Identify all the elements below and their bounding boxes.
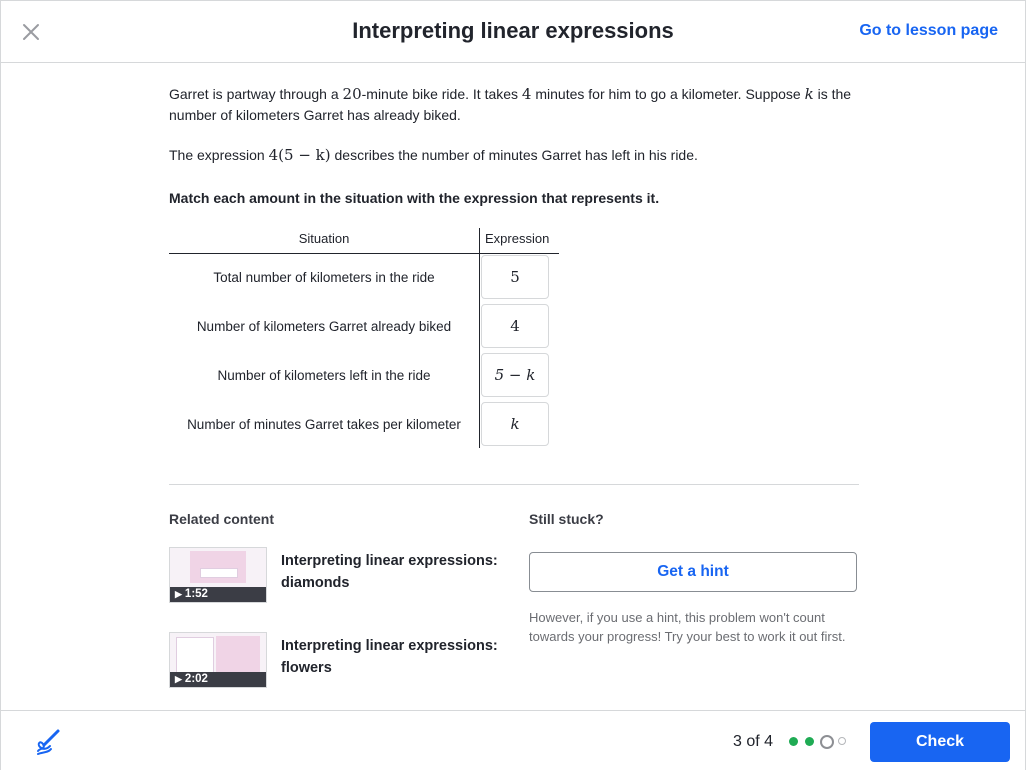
progress-dot-complete [789, 737, 798, 746]
thumbnail-art [176, 637, 214, 673]
expression-card[interactable]: 5 [481, 255, 549, 299]
related-video-flowers[interactable]: ▶ 2:02 Interpreting linear expressions: f… [169, 632, 499, 688]
thumbnail-art [190, 551, 246, 583]
situation-column-header: Situation [298, 231, 350, 246]
scratchpad-button[interactable] [34, 728, 62, 756]
check-button[interactable]: Check [870, 722, 1010, 762]
situation-label: Number of kilometers Garret already bike… [196, 319, 452, 334]
matcher-header: Situation Expression [169, 228, 559, 254]
progress-dot-complete [805, 737, 814, 746]
related-video-diamonds[interactable]: ▶ 1:52 Interpreting linear expressions: d… [169, 547, 499, 603]
expression-card[interactable]: 4 [481, 304, 549, 348]
problem-text: describes the number of minutes Garret h… [330, 147, 698, 163]
video-thumbnail: ▶ 2:02 [169, 632, 267, 688]
problem-text: Garret is partway through a [169, 86, 343, 102]
math-expression: 4(5 − k) [268, 146, 331, 164]
problem-text: minutes for him to go a kilometer. Suppo… [531, 86, 805, 102]
video-duration: 1:52 [184, 588, 208, 600]
video-duration-bar: ▶ 1:52 [170, 587, 266, 602]
problem-text: -minute bike ride. It takes [361, 86, 522, 102]
hint-warning-text: However, if you use a hint, this problem… [529, 610, 846, 644]
problem-text: The expression [169, 147, 269, 163]
matcher-table: Situation Expression Total number of kil… [169, 228, 559, 450]
progress-counter: 3 of 4 [733, 733, 774, 750]
related-content-heading: Related content [169, 511, 275, 527]
instruction-text: Match each amount in the situation with … [169, 190, 660, 206]
problem-paragraph-1: Garret is partway through a 20-minute bi… [169, 84, 859, 126]
still-stuck-heading: Still stuck? [529, 511, 604, 527]
video-title: Interpreting linear expressions: diamond… [281, 553, 498, 591]
situation-label: Total number of kilometers in the ride [213, 270, 435, 285]
video-duration-bar: ▶ 2:02 [170, 672, 266, 687]
problem-paragraph-2: The expression 4(5 − k) describes the nu… [169, 145, 859, 166]
modal-header: Interpreting linear expressions Go to le… [1, 1, 1025, 63]
exercise-modal: Interpreting linear expressions Go to le… [0, 0, 1026, 771]
progress-dot-current [820, 735, 834, 749]
progress-dot-upcoming [838, 737, 846, 745]
get-hint-button[interactable]: Get a hint [529, 552, 857, 592]
pencil-icon [37, 729, 60, 755]
thumbnail-art [200, 568, 238, 578]
problem-area: Garret is partway through a 20-minute bi… [169, 63, 859, 709]
matcher-row: Number of kilometers Garret already bike… [169, 303, 559, 352]
expression-card[interactable]: 5 − k [481, 353, 549, 397]
matcher-row: Total number of kilometers in the ride 5 [169, 254, 559, 303]
matcher-row: Number of kilometers left in the ride 5 … [169, 352, 559, 401]
section-divider [169, 484, 859, 485]
situation-label: Number of kilometers left in the ride [217, 368, 431, 383]
video-thumbnail: ▶ 1:52 [169, 547, 267, 603]
play-icon: ▶ [175, 674, 182, 684]
matcher-row: Number of minutes Garret takes per kilom… [169, 401, 559, 450]
lesson-page-link[interactable]: Go to lesson page [859, 22, 998, 40]
modal-footer: 3 of 4 Check [1, 710, 1025, 771]
thumbnail-art [216, 636, 260, 672]
math-number: 20 [342, 85, 362, 103]
video-duration: 2:02 [184, 673, 208, 685]
math-variable: k [804, 85, 814, 103]
expression-card[interactable]: k [481, 402, 549, 446]
play-icon: ▶ [175, 589, 182, 599]
expression-column-header: Expression [485, 231, 550, 246]
situation-label: Number of minutes Garret takes per kilom… [187, 417, 461, 432]
video-title: Interpreting linear expressions: flowers [281, 638, 498, 676]
